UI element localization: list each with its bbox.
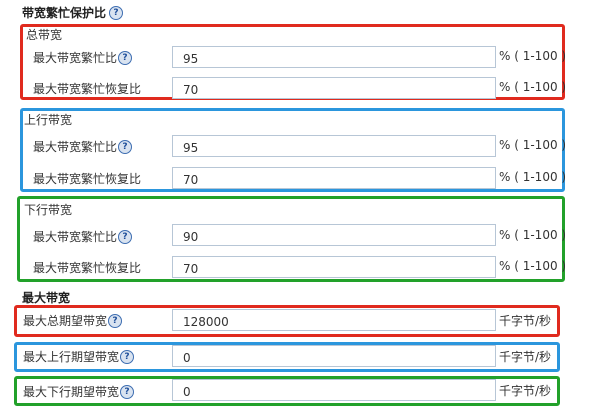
- upstream-bandwidth-title: 上行带宽: [24, 113, 73, 127]
- total-max-busy-label-text: 最大带宽繁忙比: [33, 51, 118, 65]
- max-download-input[interactable]: [172, 379, 496, 401]
- upstream-recover-input[interactable]: [172, 167, 496, 189]
- help-icon[interactable]: ?: [118, 229, 133, 244]
- upstream-max-busy-label: 最大带宽繁忙比 ?: [33, 138, 133, 155]
- help-icon[interactable]: ?: [109, 5, 124, 20]
- downstream-recover-unit: % ( 1-100 ): [499, 259, 567, 273]
- total-max-busy-label: 最大带宽繁忙比 ?: [33, 49, 133, 66]
- upstream-max-busy-label-text: 最大带宽繁忙比: [33, 140, 118, 154]
- downstream-max-busy-input[interactable]: [172, 224, 496, 246]
- total-recover-label: 最大带宽繁忙恢复比: [33, 80, 141, 97]
- max-download-label-text: 最大下行期望带宽: [23, 385, 120, 399]
- upstream-max-busy-input[interactable]: [172, 135, 496, 157]
- help-icon[interactable]: ?: [118, 139, 133, 154]
- total-max-busy-input[interactable]: [172, 46, 496, 68]
- downstream-max-busy-label-text: 最大带宽繁忙比: [33, 230, 118, 244]
- max-total-input[interactable]: [172, 309, 496, 331]
- max-total-unit: 千字节/秒: [499, 314, 552, 328]
- upstream-recover-unit: % ( 1-100 ): [499, 170, 567, 184]
- downstream-recover-label-text: 最大带宽繁忙恢复比: [33, 261, 142, 275]
- help-icon[interactable]: ?: [120, 349, 135, 364]
- total-recover-input[interactable]: [172, 77, 496, 99]
- help-icon[interactable]: ?: [108, 313, 123, 328]
- help-icon[interactable]: ?: [120, 384, 135, 399]
- page-title-text: 带宽繁忙保护比: [22, 6, 107, 20]
- downstream-max-busy-unit: % ( 1-100 ): [499, 228, 567, 242]
- max-bandwidth-title: 最大带宽: [22, 291, 71, 305]
- help-icon[interactable]: ?: [118, 50, 133, 65]
- upstream-max-busy-unit: % ( 1-100 ): [499, 138, 567, 152]
- page-title: 带宽繁忙保护比 ?: [22, 4, 124, 21]
- downstream-max-busy-label: 最大带宽繁忙比 ?: [33, 228, 133, 245]
- total-bandwidth-title: 总带宽: [26, 28, 63, 42]
- max-total-label-text: 最大总期望带宽: [23, 314, 108, 328]
- max-download-unit: 千字节/秒: [499, 384, 552, 398]
- upstream-recover-label-text: 最大带宽繁忙恢复比: [33, 172, 142, 186]
- max-upload-input[interactable]: [172, 345, 496, 367]
- upstream-recover-label: 最大带宽繁忙恢复比: [33, 170, 141, 187]
- downstream-bandwidth-title: 下行带宽: [24, 203, 73, 217]
- max-upload-label-text: 最大上行期望带宽: [23, 350, 120, 364]
- total-max-busy-unit: % ( 1-100 ): [499, 49, 567, 63]
- downstream-recover-label: 最大带宽繁忙恢复比: [33, 259, 141, 276]
- total-recover-label-text: 最大带宽繁忙恢复比: [33, 82, 142, 96]
- max-download-label: 最大下行期望带宽 ?: [23, 383, 135, 400]
- downstream-recover-input[interactable]: [172, 256, 496, 278]
- max-upload-label: 最大上行期望带宽 ?: [23, 348, 135, 365]
- max-total-label: 最大总期望带宽 ?: [23, 312, 123, 329]
- total-recover-unit: % ( 1-100 ): [499, 80, 567, 94]
- max-upload-unit: 千字节/秒: [499, 350, 552, 364]
